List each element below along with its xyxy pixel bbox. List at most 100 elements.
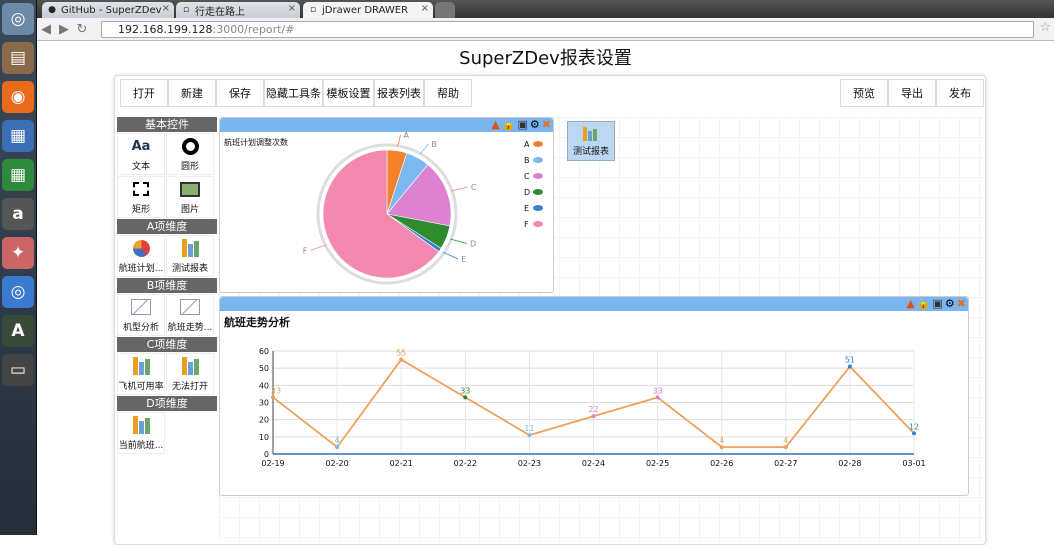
data-point[interactable] bbox=[335, 445, 340, 450]
warning-icon[interactable]: ▲ bbox=[491, 118, 499, 132]
widget-header[interactable]: ▲ 🔓 ▣ ⚙ ✖ bbox=[220, 118, 553, 132]
palette-grid: 当前航班... bbox=[117, 412, 217, 455]
data-point[interactable] bbox=[399, 357, 404, 362]
data-point[interactable] bbox=[271, 395, 275, 400]
palette-item[interactable]: 测试报表 bbox=[166, 235, 214, 277]
widget-toolbar: ▲ 🔓 ▣ ⚙ ✖ bbox=[906, 297, 966, 311]
toolbar-button[interactable]: 打开 bbox=[120, 79, 168, 107]
x-tick-label: 02-22 bbox=[454, 459, 477, 468]
chromium-icon[interactable]: ◎ bbox=[2, 276, 34, 308]
palette-item[interactable]: 矩形 bbox=[117, 176, 165, 218]
github-icon: ● bbox=[48, 5, 56, 15]
palette-item[interactable]: 圆形 bbox=[166, 133, 214, 175]
toolbar-button[interactable]: 新建 bbox=[168, 79, 216, 107]
data-label: 4 bbox=[719, 436, 724, 445]
amazon-icon[interactable]: a bbox=[2, 198, 34, 230]
new-tab-button[interactable] bbox=[435, 2, 455, 18]
launcher-sidebar: ◎ ▤ ◉ ▦ ▦ a ✦ ◎ A ▭ bbox=[0, 0, 37, 535]
toolbar-button[interactable]: 帮助 bbox=[424, 79, 472, 107]
design-canvas[interactable]: ▲ 🔓 ▣ ⚙ ✖ 航班计划调整次数 A B C D E F A B C D E F 测试报表 ▲ 🔓 ▣ ⚙ ✖ 航班… bbox=[219, 117, 983, 542]
writer-icon[interactable]: ▦ bbox=[2, 120, 34, 152]
unlock-icon[interactable]: 🔓 bbox=[502, 118, 516, 132]
bookmark-star-icon[interactable]: ☆ bbox=[1039, 20, 1051, 35]
legend-label: C bbox=[524, 172, 530, 181]
tab-github[interactable]: ● GitHub - SuperZDev × bbox=[42, 2, 174, 18]
data-point[interactable] bbox=[655, 395, 660, 400]
close-icon[interactable]: × bbox=[421, 3, 429, 14]
report-shortcut[interactable]: 测试报表 bbox=[567, 121, 615, 161]
reload-icon[interactable]: ↻ bbox=[73, 22, 91, 37]
toolbar-button[interactable]: 导出 bbox=[888, 79, 936, 107]
palette-grid: Aa 文本 圆形 矩形 图片 bbox=[117, 133, 217, 219]
x-tick-label: 03-01 bbox=[902, 459, 925, 468]
url-input[interactable]: 192.168.199.128:3000/report/# bbox=[101, 21, 1034, 38]
gear-icon[interactable]: ⚙ bbox=[945, 297, 955, 311]
palette-item[interactable]: Aa 文本 bbox=[117, 133, 165, 175]
pie-label-line bbox=[419, 143, 429, 155]
unlock-icon[interactable]: 🔓 bbox=[917, 297, 931, 311]
pie-widget[interactable]: ▲ 🔓 ▣ ⚙ ✖ 航班计划调整次数 A B C D E F A B C D E F bbox=[219, 117, 554, 293]
line-widget[interactable]: ▲ 🔓 ▣ ⚙ ✖ 航班走势分析 0 10 20 30 40 50 60 02-19 02-20 02-21… bbox=[219, 296, 969, 496]
storage-icon[interactable]: ▭ bbox=[2, 354, 34, 386]
firefox-icon[interactable]: ◉ bbox=[2, 81, 34, 113]
calc-icon[interactable]: ▦ bbox=[2, 159, 34, 191]
pie-title: 航班计划调整次数 bbox=[224, 137, 288, 147]
legend-swatch[interactable] bbox=[533, 141, 543, 147]
pie-slice-label: D bbox=[470, 239, 476, 248]
palette-item[interactable]: 机型分析 bbox=[117, 294, 165, 336]
data-point[interactable] bbox=[719, 445, 724, 450]
palette-section-title: B项维度 bbox=[117, 278, 217, 293]
panel-icon[interactable]: ▣ bbox=[933, 297, 943, 311]
data-label: 4 bbox=[783, 436, 788, 445]
data-point[interactable] bbox=[527, 433, 532, 438]
palette-item[interactable]: 无法打开 bbox=[166, 353, 214, 395]
data-label: 33 bbox=[271, 386, 281, 395]
palette-item-label: 航班计划... bbox=[118, 264, 164, 274]
legend-swatch[interactable] bbox=[533, 205, 543, 211]
back-icon[interactable]: ◀ bbox=[37, 22, 55, 37]
toolbar-button[interactable]: 报表列表 bbox=[374, 79, 424, 107]
settings-icon[interactable]: ✦ bbox=[2, 237, 34, 269]
close-icon[interactable]: ✖ bbox=[542, 118, 551, 132]
x-tick-label: 02-20 bbox=[325, 459, 348, 468]
toolbar-button[interactable]: 发布 bbox=[936, 79, 984, 107]
panel-icon[interactable]: ▣ bbox=[518, 118, 528, 132]
x-tick-label: 02-21 bbox=[390, 459, 413, 468]
data-point[interactable] bbox=[591, 414, 596, 419]
legend-swatch[interactable] bbox=[533, 189, 543, 195]
legend-label: D bbox=[524, 188, 530, 197]
tab-blog[interactable]: ▫ 行走在路上 × bbox=[176, 2, 300, 18]
legend-swatch[interactable] bbox=[533, 173, 543, 179]
palette-item[interactable]: 图片 bbox=[166, 176, 214, 218]
data-point[interactable] bbox=[783, 445, 788, 450]
close-icon[interactable]: ✖ bbox=[957, 297, 966, 311]
legend-swatch[interactable] bbox=[533, 157, 543, 163]
toolbar-button[interactable]: 隐藏工具条 bbox=[264, 79, 323, 107]
files-icon[interactable]: ▤ bbox=[2, 42, 34, 74]
data-point[interactable] bbox=[912, 431, 916, 436]
software-center-icon[interactable]: A bbox=[2, 315, 34, 347]
tab-jdrawer[interactable]: ▫ jDrawer DRAWER × bbox=[303, 2, 433, 18]
palette-item-label: 图片 bbox=[180, 205, 199, 215]
palette-item[interactable]: 航班计划... bbox=[117, 235, 165, 277]
widget-header[interactable]: ▲ 🔓 ▣ ⚙ ✖ bbox=[220, 297, 968, 311]
warning-icon[interactable]: ▲ bbox=[906, 297, 914, 311]
legend-swatch[interactable] bbox=[533, 221, 543, 227]
ubuntu-dash-icon[interactable]: ◎ bbox=[2, 3, 34, 35]
close-icon[interactable]: × bbox=[162, 3, 170, 14]
palette-item-label: 无法打开 bbox=[171, 382, 208, 392]
data-point[interactable] bbox=[463, 395, 468, 400]
toolbar-button[interactable]: 预览 bbox=[840, 79, 888, 107]
toolbar-button[interactable]: 模板设置 bbox=[323, 79, 374, 107]
gear-icon[interactable]: ⚙ bbox=[530, 118, 540, 132]
palette-item[interactable]: 飞机可用率 bbox=[117, 353, 165, 395]
x-tick-label: 02-24 bbox=[582, 459, 605, 468]
palette-item[interactable]: 当前航班... bbox=[117, 412, 165, 454]
pie-label-line bbox=[310, 244, 327, 251]
data-point[interactable] bbox=[847, 364, 852, 369]
forward-icon[interactable]: ▶ bbox=[55, 22, 73, 37]
close-icon[interactable]: × bbox=[288, 3, 296, 14]
pie-chart-icon bbox=[131, 238, 151, 258]
toolbar-button[interactable]: 保存 bbox=[216, 79, 264, 107]
palette-item[interactable]: 航班走势... bbox=[166, 294, 214, 336]
